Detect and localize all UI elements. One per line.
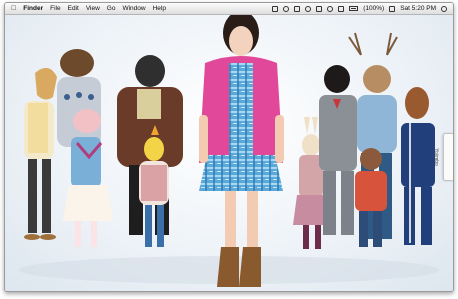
menu-edit[interactable]: Edit	[68, 3, 79, 14]
wifi-icon[interactable]	[327, 5, 334, 12]
apple-logo-icon[interactable]: 	[11, 3, 16, 14]
menu-window[interactable]: Window	[122, 3, 145, 14]
display-icon[interactable]	[294, 5, 301, 12]
screen:  Finder File Edit View Go Window Help (…	[4, 2, 454, 292]
battery-percent: (100%)	[363, 5, 385, 12]
menu-file[interactable]: File	[50, 3, 60, 14]
yojimbo-menu-icon[interactable]	[272, 5, 279, 12]
menu-view[interactable]: View	[86, 3, 100, 14]
dog-figure	[319, 65, 357, 235]
horse-figure	[401, 87, 435, 245]
yojimbo-tab-label: Yojimbo	[432, 148, 439, 166]
sync-icon[interactable]	[283, 5, 290, 12]
menu-help[interactable]: Help	[153, 3, 166, 14]
flag-icon[interactable]	[389, 5, 396, 12]
menu-bar:  Finder File Edit View Go Window Help (…	[5, 3, 453, 15]
bluetooth-icon[interactable]	[316, 5, 323, 12]
menu-go[interactable]: Go	[107, 3, 116, 14]
desktop: Yojimbo	[5, 15, 453, 291]
camel-figure	[24, 67, 57, 240]
battery-icon[interactable]	[349, 6, 359, 11]
bear-figure	[57, 49, 101, 147]
menu-finder[interactable]: Finder	[23, 3, 43, 14]
woman-figure	[199, 15, 284, 287]
yojimbo-drop-tab[interactable]: Yojimbo	[433, 133, 453, 181]
timemachine-icon[interactable]	[305, 5, 312, 12]
volume-icon[interactable]	[338, 5, 345, 12]
menu-clock[interactable]: Sat 5:20 PM	[400, 3, 436, 14]
desktop-wallpaper	[19, 15, 439, 287]
spotlight-icon[interactable]	[441, 5, 447, 12]
